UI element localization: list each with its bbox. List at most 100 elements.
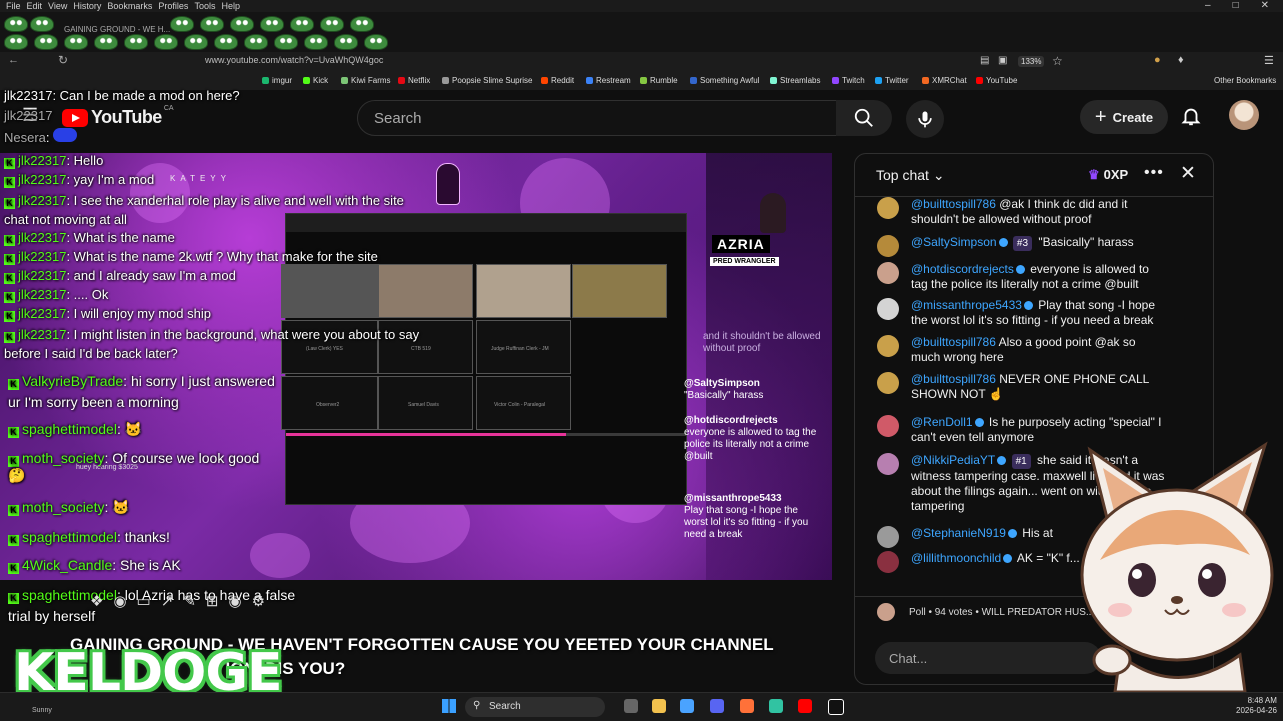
chat-avatar[interactable] xyxy=(877,197,899,219)
frog-tab-icon[interactable] xyxy=(154,34,178,50)
reader-icon[interactable]: ▤ xyxy=(980,55,989,66)
maximize-icon[interactable]: □ xyxy=(1233,0,1239,11)
frog-tab-icon[interactable] xyxy=(124,34,148,50)
notifications-bell-icon[interactable] xyxy=(1180,104,1202,128)
menu-profiles[interactable]: Profiles xyxy=(158,1,188,11)
settings-gear-icon[interactable]: ⚙ xyxy=(252,592,265,610)
chat-input-box[interactable] xyxy=(875,642,1101,674)
create-button[interactable]: + Create xyxy=(1080,100,1168,134)
search-bar[interactable] xyxy=(357,100,837,136)
bookmark-netflix[interactable]: Netflix xyxy=(398,76,430,85)
frog-tab-icon[interactable] xyxy=(184,34,208,50)
bookmark-imgur[interactable]: imgur xyxy=(262,76,292,85)
menu-bookmarks[interactable]: Bookmarks xyxy=(107,1,152,11)
bookmark-kick[interactable]: Kick xyxy=(303,76,328,85)
bookmark-poopsie[interactable]: Poopsie Slime Suprise xyxy=(442,76,532,85)
task-view-icon[interactable] xyxy=(624,699,638,713)
weather-widget[interactable]: Sunny xyxy=(32,707,52,714)
r-app-icon[interactable] xyxy=(828,699,844,715)
chat-avatar[interactable] xyxy=(877,235,899,257)
screen-icon[interactable]: ▭ xyxy=(137,592,151,610)
frog-tab-icon[interactable] xyxy=(4,16,28,32)
bookmark-something-awful[interactable]: Something Awful xyxy=(690,76,759,85)
xp-badge[interactable]: 0XP xyxy=(1088,167,1129,183)
windows-start-icon[interactable] xyxy=(442,699,456,713)
eye-icon[interactable]: ◉ xyxy=(113,592,126,610)
frog-tab-icon[interactable] xyxy=(30,16,54,32)
youtube-logo[interactable]: YouTube CA xyxy=(62,105,174,128)
frog-tab-icon[interactable] xyxy=(364,34,388,50)
bookmark-twitch[interactable]: Twitch xyxy=(832,76,865,85)
frog-tab-icon[interactable] xyxy=(304,34,328,50)
chat-avatar[interactable] xyxy=(877,453,899,475)
broadcast-icon[interactable]: ❖ xyxy=(90,592,103,610)
other-bookmarks[interactable]: Other Bookmarks xyxy=(1214,76,1276,85)
bookmark-rumble[interactable]: Rumble xyxy=(640,76,678,85)
extension-icon[interactable]: ● xyxy=(1154,54,1161,66)
chat-avatar[interactable] xyxy=(877,551,899,573)
bookmark-twitter[interactable]: Twitter xyxy=(875,76,909,85)
back-icon[interactable]: ← xyxy=(8,54,19,66)
chat-avatar[interactable] xyxy=(877,526,899,548)
frog-tab-icon[interactable] xyxy=(244,34,268,50)
system-clock[interactable]: 8:48 AM 2026-04-26 xyxy=(1236,696,1277,716)
picture-icon[interactable]: ▣ xyxy=(998,55,1007,66)
top-chat-dropdown[interactable]: Top chat ⌄ xyxy=(876,167,945,184)
minimize-icon[interactable]: – xyxy=(1205,0,1211,11)
tab-active-title[interactable]: GAINING GROUND - WE H... xyxy=(64,25,170,34)
streamlabs-icon[interactable] xyxy=(769,699,783,713)
frog-tab-icon[interactable] xyxy=(260,16,284,32)
share-icon[interactable]: ↗ xyxy=(161,592,174,610)
menu-view[interactable]: View xyxy=(48,1,67,11)
taskbar-search[interactable]: ⚲ Search xyxy=(465,697,605,717)
frog-tab-icon[interactable] xyxy=(334,34,358,50)
account-avatar[interactable] xyxy=(1229,100,1259,130)
bookmark-xmrchat[interactable]: XMRChat xyxy=(922,76,967,85)
frog-tab-icon[interactable] xyxy=(290,16,314,32)
bookmark-kiwi-farms[interactable]: Kiwi Farms xyxy=(341,76,391,85)
frog-tab-icon[interactable] xyxy=(34,34,58,50)
frog-tab-icon[interactable] xyxy=(200,16,224,32)
frog-tab-icon[interactable] xyxy=(170,16,194,32)
menu-history[interactable]: History xyxy=(73,1,101,11)
bookmark-reddit[interactable]: Reddit xyxy=(541,76,574,85)
progress-bar[interactable] xyxy=(286,433,686,436)
youtube-app-icon[interactable] xyxy=(798,699,812,713)
chat-avatar[interactable] xyxy=(877,335,899,357)
menu-edit[interactable]: Edit xyxy=(27,1,43,11)
bookmark-youtube[interactable]: YouTube xyxy=(976,76,1017,85)
star-icon[interactable]: ☆ xyxy=(1052,54,1063,68)
frog-tab-icon[interactable] xyxy=(214,34,238,50)
zoom-indicator[interactable]: 133% xyxy=(1018,56,1045,67)
frog-tab-icon[interactable] xyxy=(94,34,118,50)
chat-avatar[interactable] xyxy=(877,415,899,437)
puzzle-icon[interactable]: ♦ xyxy=(1178,54,1184,66)
video-player[interactable]: KATEYY (Law Clerk) YES CTB 519 Judge Ruf… xyxy=(0,153,832,580)
edit-icon[interactable]: ✎ xyxy=(183,592,196,610)
chat-avatar[interactable] xyxy=(877,298,899,320)
bookmark-streamlabs[interactable]: Streamlabs xyxy=(770,76,820,85)
chat-avatar[interactable] xyxy=(877,372,899,394)
bookmark-restream[interactable]: Restream xyxy=(586,76,631,85)
copilot-icon[interactable] xyxy=(680,699,694,713)
frog-tab-icon[interactable] xyxy=(64,34,88,50)
menu-help[interactable]: Help xyxy=(221,1,240,11)
close-window-icon[interactable]: ✕ xyxy=(1261,0,1269,11)
chat-avatar[interactable] xyxy=(877,262,899,284)
frog-tab-icon[interactable] xyxy=(4,34,28,50)
discord-icon[interactable] xyxy=(710,699,724,713)
frog-tab-icon[interactable] xyxy=(320,16,344,32)
chat-input[interactable] xyxy=(887,650,1091,667)
frog-tab-icon[interactable] xyxy=(230,16,254,32)
close-icon[interactable]: ✕ xyxy=(1180,162,1196,185)
search-button[interactable] xyxy=(836,100,892,136)
reload-icon[interactable]: ↻ xyxy=(58,53,68,67)
frog-tab-icon[interactable] xyxy=(274,34,298,50)
menu-hamburger-icon[interactable]: ☰ xyxy=(1264,54,1274,67)
camera-icon[interactable]: ◉ xyxy=(228,592,241,610)
url-field[interactable]: www.youtube.com/watch?v=UvaWhQW4goc xyxy=(205,55,383,65)
more-options-icon[interactable]: ••• xyxy=(1144,164,1164,182)
search-input[interactable] xyxy=(372,109,816,128)
add-icon[interactable]: ⊞ xyxy=(206,592,219,610)
file-explorer-icon[interactable] xyxy=(652,699,666,713)
